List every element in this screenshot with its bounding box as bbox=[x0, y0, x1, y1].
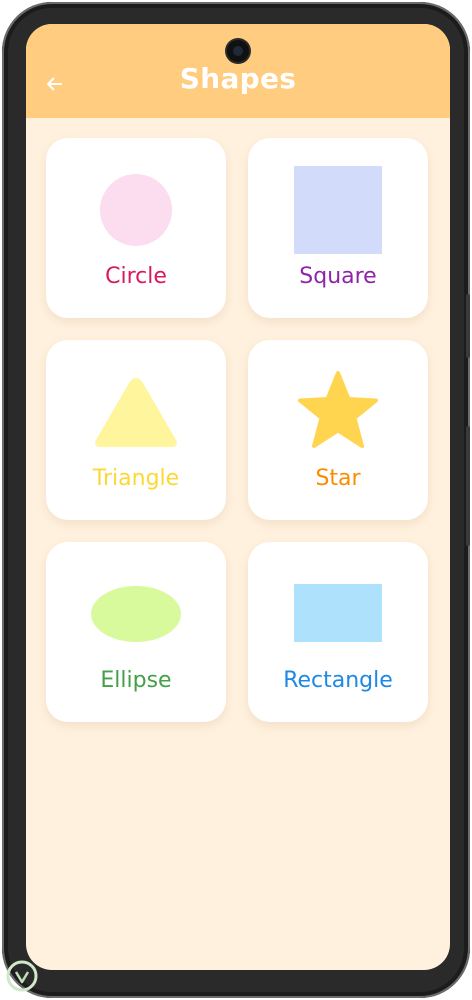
shape-label-rectangle: Rectangle bbox=[283, 668, 393, 693]
ellipse-icon bbox=[91, 586, 181, 642]
rectangle-icon bbox=[294, 584, 382, 642]
phone-frame: Shapes Circle Square Triangle Star Ellip… bbox=[2, 2, 470, 998]
shape-card-star[interactable]: Star bbox=[248, 340, 428, 520]
shape-card-square[interactable]: Square bbox=[248, 138, 428, 318]
power-button bbox=[466, 426, 470, 546]
app-screen: Shapes Circle Square Triangle Star Ellip… bbox=[26, 24, 450, 970]
app-bar: Shapes bbox=[26, 24, 450, 118]
circle-icon bbox=[100, 174, 172, 246]
square-icon bbox=[294, 166, 382, 254]
shape-label-star: Star bbox=[315, 466, 361, 491]
shape-card-rectangle[interactable]: Rectangle bbox=[248, 542, 428, 722]
front-camera bbox=[227, 40, 249, 62]
page-title: Shapes bbox=[179, 62, 297, 95]
shape-label-triangle: Triangle bbox=[92, 466, 180, 491]
shape-label-square: Square bbox=[299, 264, 377, 289]
shape-label-ellipse: Ellipse bbox=[100, 668, 172, 693]
volume-button bbox=[466, 294, 470, 358]
star-icon bbox=[298, 371, 378, 448]
shape-card-ellipse[interactable]: Ellipse bbox=[46, 542, 226, 722]
corner-logo-icon bbox=[6, 960, 38, 992]
shape-card-triangle[interactable]: Triangle bbox=[46, 340, 226, 520]
shape-card-circle[interactable]: Circle bbox=[46, 138, 226, 318]
shape-label-circle: Circle bbox=[105, 264, 167, 289]
triangle-icon bbox=[95, 378, 177, 447]
